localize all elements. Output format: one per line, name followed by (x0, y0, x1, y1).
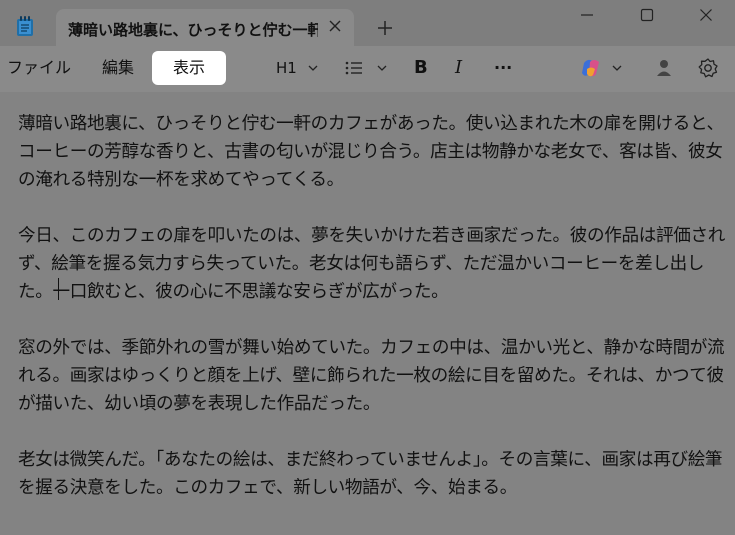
chevron-down-icon (612, 65, 622, 71)
list-dropdown[interactable] (343, 51, 393, 85)
notepad-icon (17, 16, 33, 36)
menu-file[interactable]: ファイル (6, 51, 72, 85)
new-tab-icon[interactable] (377, 20, 393, 36)
copilot-icon (582, 59, 599, 77)
italic-button[interactable]: I (455, 51, 477, 85)
copilot-dropdown[interactable] (580, 51, 628, 85)
account-icon[interactable] (654, 59, 674, 77)
bulleted-list-icon (345, 61, 362, 75)
tab-title: 薄暗い路地裏に、ひっそりと佇む一軒の (68, 21, 318, 39)
paragraph: 今日、このカフェの扉を叩いたのは、夢を失いかけた若き画家だった。彼の作品は評価さ… (18, 226, 725, 302)
paragraph: 窓の外では、季節外れの雪が舞い始めていた。カフェの中は、温かい光と、静かな時間が… (18, 338, 725, 414)
close-tab-icon[interactable] (328, 19, 342, 33)
text-cursor (58, 278, 59, 300)
minimize-icon[interactable] (580, 8, 594, 22)
document-editor[interactable]: 薄暗い路地裏に、ひっそりと佇む一軒のカフェがあった。使い込まれた木の扉を開けると… (0, 92, 735, 535)
bold-button[interactable]: B (414, 51, 436, 85)
chevron-down-icon (308, 65, 318, 71)
heading-label: H1 (276, 59, 297, 77)
gear-icon[interactable] (697, 57, 719, 79)
title-bar: 薄暗い路地裏に、ひっそりと佇む一軒の (0, 0, 735, 47)
chevron-down-icon (377, 65, 387, 71)
maximize-icon[interactable] (640, 8, 654, 22)
document-tab[interactable]: 薄暗い路地裏に、ひっそりと佇む一軒の (56, 9, 354, 47)
menu-view[interactable]: 表示 (152, 51, 226, 85)
paragraph: 薄暗い路地裏に、ひっそりと佇む一軒のカフェがあった。使い込まれた木の扉を開けると… (18, 114, 724, 190)
heading-dropdown[interactable]: H1 (272, 51, 324, 85)
paragraph: 老女は微笑んだ。「あなたの絵は、まだ終わっていませんよ」。その言葉に、画家は再び… (18, 450, 723, 498)
more-options-button[interactable]: ··· (494, 51, 516, 85)
menu-bar: ファイル 編集 表示 H1 B I ··· (0, 46, 735, 92)
menu-edit[interactable]: 編集 (90, 51, 146, 85)
close-window-icon[interactable] (699, 8, 713, 22)
